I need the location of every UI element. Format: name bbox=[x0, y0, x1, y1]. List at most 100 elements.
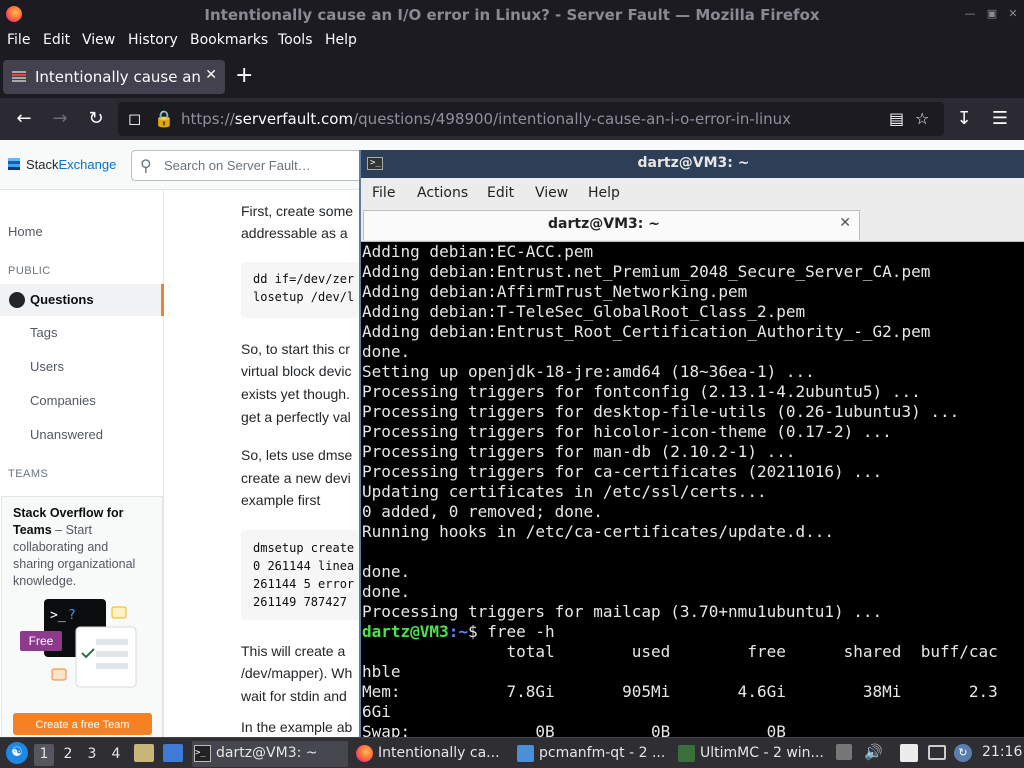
stackexchange-icon bbox=[8, 158, 20, 170]
answer-text: exists yet though. bbox=[241, 386, 350, 402]
task-ultimmc[interactable]: UltimMC - 2 win... bbox=[676, 741, 832, 767]
teams-promo: Stack Overflow for Teams – Start collabo… bbox=[1, 496, 163, 737]
terminal-titlebar[interactable]: >_ dartz@VM3: ~ bbox=[361, 150, 1024, 178]
menu-edit[interactable]: Edit bbox=[43, 32, 70, 48]
forward-arrow-icon[interactable]: → bbox=[48, 107, 72, 131]
terminal-line: Processing triggers for man-db (2.10.2-1… bbox=[362, 442, 796, 461]
browser-menubar: File Edit View History Bookmarks Tools H… bbox=[0, 30, 1024, 54]
menu-view[interactable]: View bbox=[82, 32, 115, 48]
show-desktop-icon[interactable] bbox=[163, 744, 183, 762]
workspace-3[interactable]: 3 bbox=[82, 744, 102, 766]
site-search-input[interactable]: ⚲ Search on Server Fault… bbox=[131, 150, 371, 181]
menu-history[interactable]: History bbox=[128, 32, 178, 48]
sidebar-item-questions[interactable]: Questions bbox=[0, 284, 164, 316]
terminal-line: Adding debian:Entrust_Root_Certification… bbox=[362, 322, 931, 341]
terminal-tab[interactable]: dartz@VM3: ~ ✕ bbox=[363, 210, 860, 240]
file-manager-launcher-icon[interactable] bbox=[134, 744, 154, 762]
terminal-line: 0 added, 0 removed; done. bbox=[362, 502, 603, 521]
menu-help[interactable]: Help bbox=[325, 32, 357, 48]
clipboard-icon[interactable] bbox=[900, 744, 918, 762]
clock[interactable]: 21:16 bbox=[982, 744, 1022, 760]
terminal-tab-label: dartz@VM3: ~ bbox=[548, 216, 660, 232]
tab-serverfault[interactable]: Intentionally cause an I/O error in Linu… bbox=[3, 60, 225, 94]
close-window-icon[interactable]: ✕ bbox=[1006, 7, 1020, 21]
terminal-line: total used free shared buff/cac bbox=[362, 642, 998, 661]
tab-close-icon[interactable]: ✕ bbox=[205, 67, 217, 83]
terminal-line: Mem: 7.8Gi 905Mi 4.6Gi 38Mi 2.3 bbox=[362, 682, 998, 701]
search-icon: ⚲ bbox=[140, 156, 152, 175]
terminal-menu-edit[interactable]: Edit bbox=[487, 185, 514, 201]
lock-icon[interactable]: 🔒 bbox=[154, 109, 174, 128]
terminal-line: Setting up openjdk-18-jre:amd64 (18~36ea… bbox=[362, 362, 815, 381]
search-placeholder: Search on Server Fault… bbox=[164, 158, 311, 173]
terminal-menu-file[interactable]: File bbox=[372, 185, 395, 201]
code-line: dmsetup create bbox=[253, 541, 355, 555]
hamburger-menu-icon[interactable]: ☰ bbox=[988, 107, 1012, 131]
terminal-tabbar: dartz@VM3: ~ ✕ bbox=[361, 210, 1024, 242]
terminal-menu-actions[interactable]: Actions bbox=[417, 185, 468, 201]
browser-navbar: ← → ↻ ◻ 🔒 https://serverfault.com/questi… bbox=[0, 98, 1024, 140]
terminal-menu-view[interactable]: View bbox=[535, 185, 568, 201]
browser-titlebar: Intentionally cause an I/O error in Linu… bbox=[0, 0, 1024, 30]
svg-text:?: ? bbox=[68, 608, 76, 623]
menu-file[interactable]: File bbox=[7, 32, 30, 48]
code-line: dd if=/dev/zer bbox=[253, 272, 355, 286]
bookmark-star-icon[interactable]: ☆ bbox=[915, 109, 929, 128]
update-icon[interactable]: ↻ bbox=[954, 744, 972, 762]
code-line: 261144 5 error bbox=[253, 577, 355, 591]
sidebar-item-label: Questions bbox=[30, 292, 94, 307]
sidebar-item-users[interactable]: Users bbox=[30, 359, 64, 374]
taskbar: ☯ 1 2 3 4 >_ dartz@VM3: ~ Intentionally … bbox=[0, 737, 1024, 768]
reader-view-icon[interactable]: ▤ bbox=[889, 109, 904, 128]
workspace-2[interactable]: 2 bbox=[58, 744, 78, 766]
back-arrow-icon[interactable]: ← bbox=[12, 107, 36, 131]
reload-icon[interactable]: ↻ bbox=[84, 107, 108, 131]
task-firefox[interactable]: Intentionally ca... bbox=[354, 741, 510, 767]
start-menu-icon[interactable]: ☯ bbox=[6, 742, 28, 764]
task-terminal[interactable]: >_ dartz@VM3: ~ bbox=[192, 741, 348, 767]
answer-text: First, create some bbox=[241, 203, 354, 219]
question-body: First, create some addressable as a dd i… bbox=[241, 190, 381, 737]
menu-bookmarks[interactable]: Bookmarks bbox=[190, 32, 268, 48]
terminal-line: hble bbox=[362, 662, 401, 681]
terminal-line: Running hooks in /etc/ca-certificates/up… bbox=[362, 522, 835, 541]
answer-text: create a new devi bbox=[241, 470, 351, 486]
menu-tools[interactable]: Tools bbox=[278, 32, 313, 48]
sidebar-item-home[interactable]: Home bbox=[8, 224, 43, 239]
tray-app-icon[interactable] bbox=[836, 744, 852, 760]
stackexchange-logo[interactable]: StackExchange bbox=[8, 157, 116, 172]
shield-icon[interactable]: ◻ bbox=[128, 109, 141, 128]
terminal-menu-help[interactable]: Help bbox=[588, 185, 620, 201]
sidebar-item-tags[interactable]: Tags bbox=[30, 325, 57, 340]
volume-icon[interactable]: 🔊 bbox=[864, 743, 883, 761]
code-line: 0 261144 linea bbox=[253, 559, 355, 573]
terminal-line: Adding debian:Entrust.net_Premium_2048_S… bbox=[362, 262, 931, 281]
terminal-line: done. bbox=[362, 582, 411, 601]
sidebar-heading-teams: TEAMS bbox=[8, 468, 49, 480]
terminal-window[interactable]: >_ dartz@VM3: ~ File Actions Edit View H… bbox=[359, 150, 1024, 737]
code-line: losetup /dev/l bbox=[253, 290, 355, 304]
terminal-icon: >_ bbox=[194, 745, 211, 762]
url-bar[interactable]: ◻ 🔒 https://serverfault.com/questions/49… bbox=[118, 102, 944, 136]
sidebar-item-unanswered[interactable]: Unanswered bbox=[30, 427, 103, 442]
task-pcmanfm[interactable]: pcmanfm-qt - 2 ... bbox=[515, 741, 671, 767]
network-icon[interactable] bbox=[928, 745, 946, 760]
browser-tabbar: Intentionally cause an I/O error in Linu… bbox=[0, 56, 1024, 98]
maximize-icon[interactable]: ▣ bbox=[985, 7, 999, 21]
create-team-button[interactable]: Create a free Team bbox=[13, 713, 152, 735]
terminal-prompt-line: dartz@VM3:~$ free -h bbox=[362, 622, 555, 642]
answer-text: virtual block devic bbox=[241, 363, 352, 379]
workspace-4[interactable]: 4 bbox=[106, 744, 126, 766]
downloads-icon[interactable]: ↧ bbox=[952, 107, 976, 131]
minimize-icon[interactable]: — bbox=[963, 7, 977, 21]
url-text: https://serverfault.com/questions/498900… bbox=[181, 110, 792, 128]
terminal-tab-close-icon[interactable]: ✕ bbox=[839, 215, 851, 231]
terminal-line: done. bbox=[362, 562, 411, 581]
terminal-line: Swap: 0B 0B 0B bbox=[362, 722, 786, 737]
workspace-1[interactable]: 1 bbox=[34, 744, 54, 766]
answer-text: This will create a bbox=[241, 643, 346, 659]
sidebar-item-companies[interactable]: Companies bbox=[30, 393, 96, 408]
new-tab-button[interactable]: + bbox=[235, 64, 253, 88]
terminal-output[interactable]: Adding debian:EC-ACC.pem Adding debian:E… bbox=[362, 242, 1024, 737]
terminal-line: Adding debian:T-TeleSec_GlobalRoot_Class… bbox=[362, 302, 806, 321]
